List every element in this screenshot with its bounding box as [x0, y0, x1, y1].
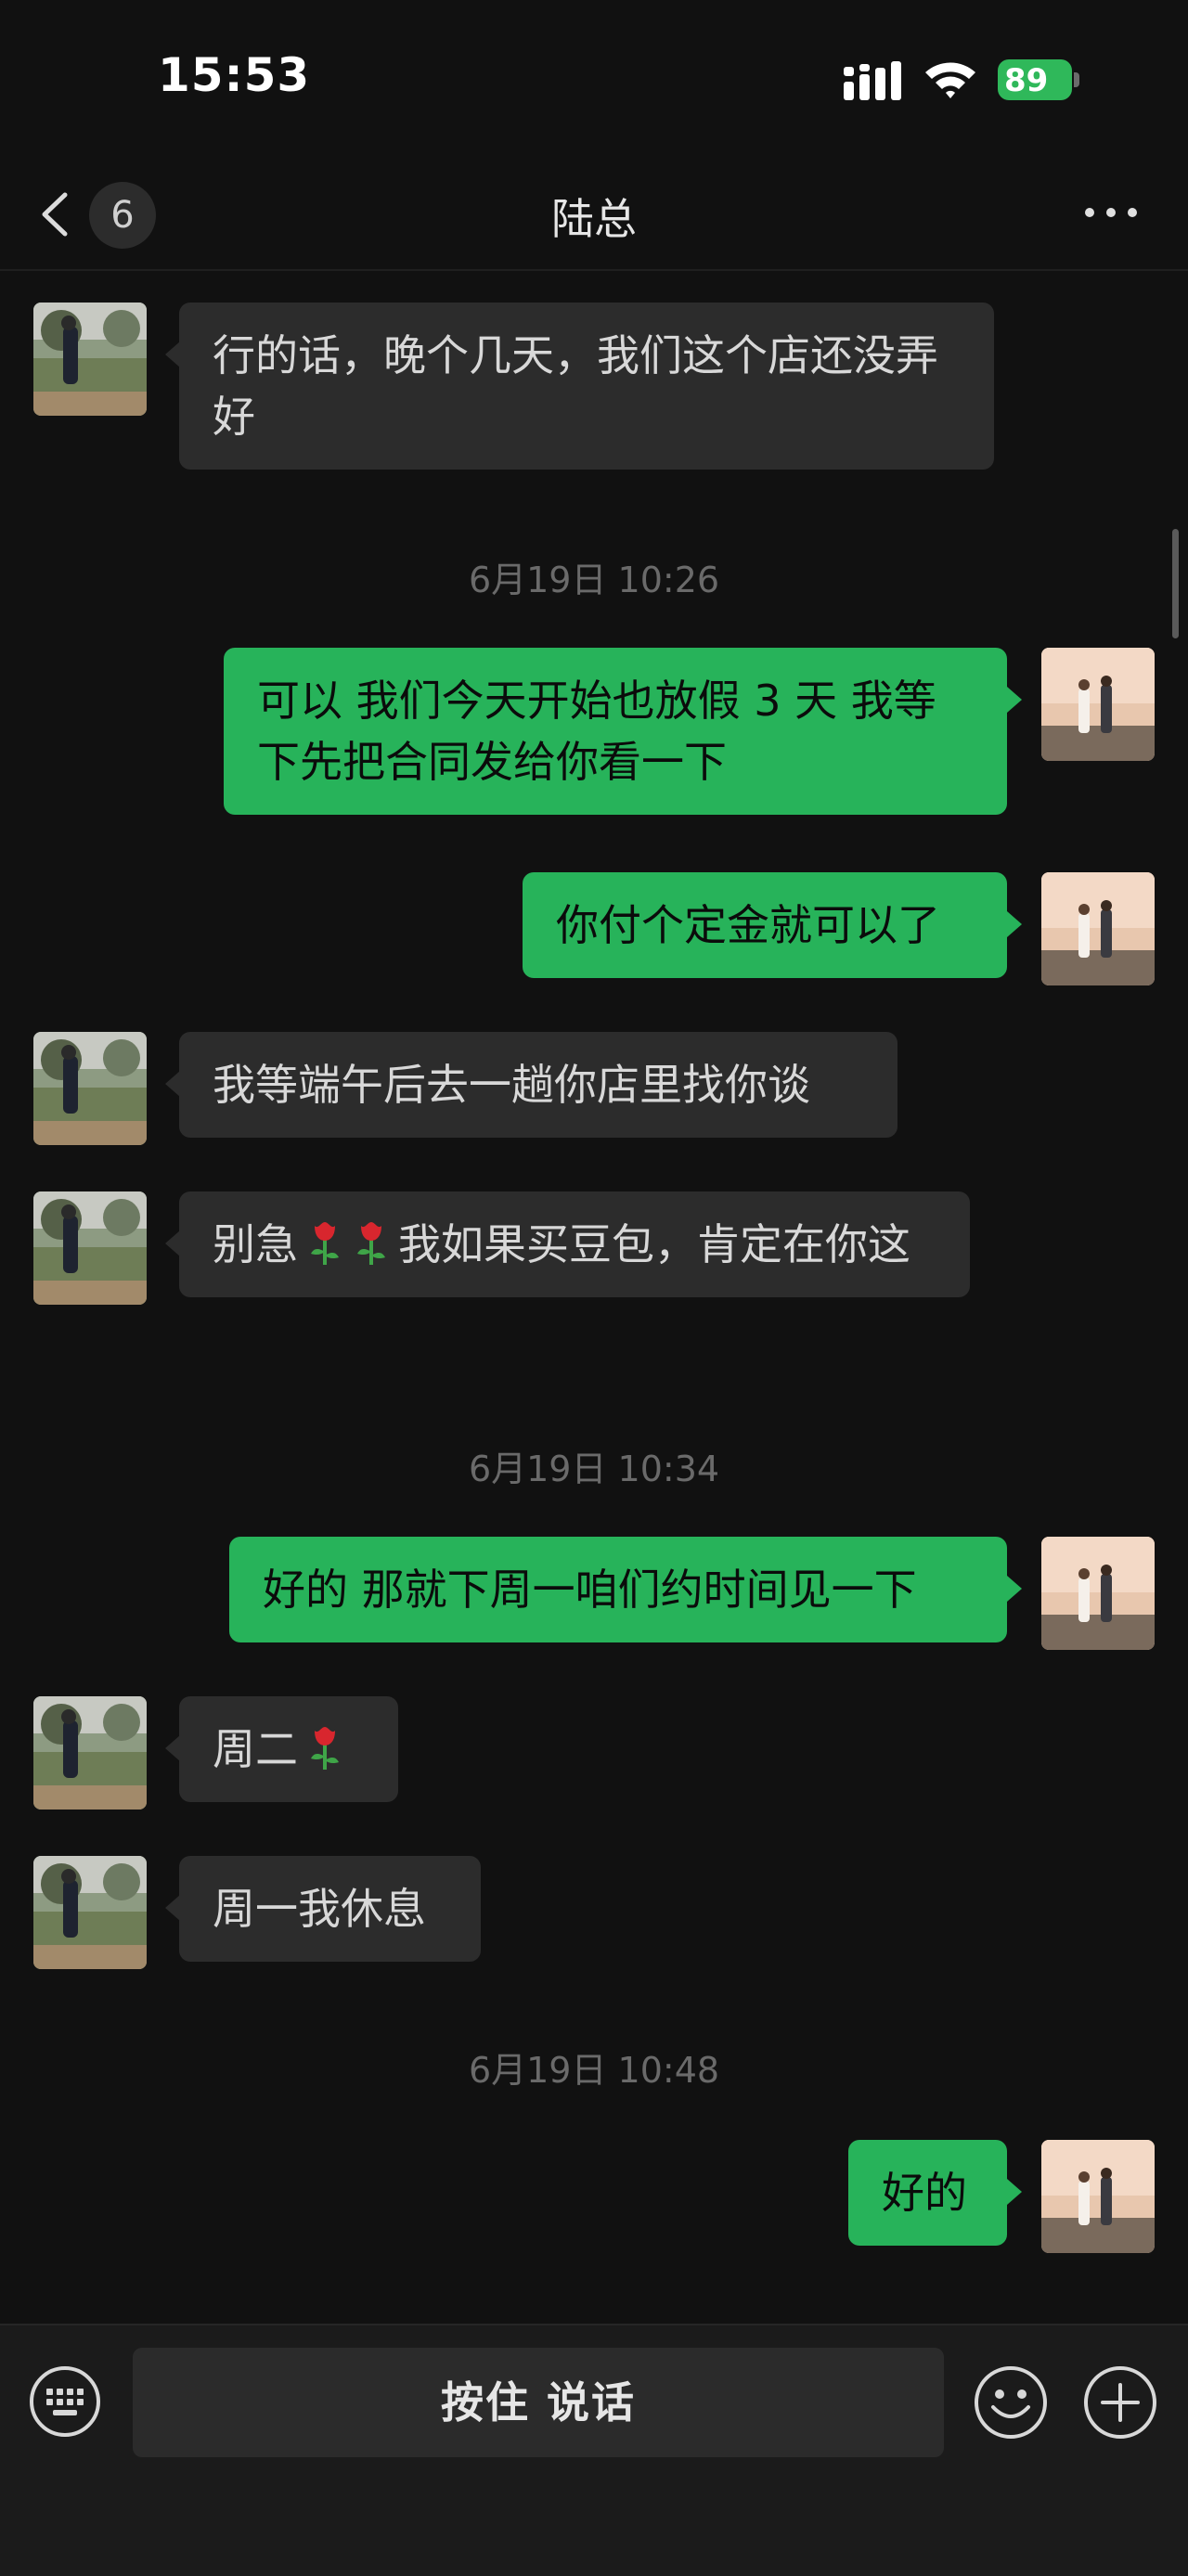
message-text: 好的 那就下周一咱们约时间见一下	[263, 1565, 917, 1615]
chat-title: 陆总	[551, 194, 637, 244]
timestamp: 6月19日 10:48	[468, 2050, 720, 2091]
bubble-tail	[165, 1071, 180, 1097]
contact-avatar[interactable]	[33, 1032, 147, 1145]
message-text: 周二	[213, 1724, 298, 1774]
bubble-tail	[1007, 1576, 1022, 1602]
chat-header: 6 陆总	[0, 158, 1188, 271]
timestamp: 6月19日 10:26	[468, 560, 720, 600]
contact-avatar[interactable]	[33, 303, 147, 416]
my-avatar[interactable]	[1041, 648, 1155, 761]
bubble-tail	[1007, 911, 1022, 937]
message-bubble-incoming[interactable]: 行的话，晚个几天，我们这个店还没弄好	[179, 303, 994, 470]
message-bubble-incoming[interactable]: 别急 我如果买豆包，肯定在你这	[179, 1191, 970, 1297]
my-avatar[interactable]	[1041, 1537, 1155, 1650]
message-text: 别急	[213, 1219, 298, 1269]
emoji-icon[interactable]	[973, 2364, 1049, 2441]
message-bubble-outgoing[interactable]: 你付个定金就可以了	[523, 872, 1007, 978]
more-icon[interactable]	[1078, 189, 1143, 236]
message-bubble-incoming[interactable]: 周一我休息	[179, 1856, 481, 1962]
status-bar: 15:53 89	[0, 0, 1188, 158]
battery-indicator: 89	[998, 59, 1081, 100]
message-text: 你付个定金就可以了	[556, 900, 940, 950]
timestamp: 6月19日 10:34	[468, 1449, 720, 1489]
wifi-icon	[925, 62, 975, 98]
my-avatar[interactable]	[1041, 2140, 1155, 2253]
message-bubble-outgoing[interactable]: 好的	[848, 2140, 1007, 2246]
message-text: 可以 我们今天开始也放假 3 天 我等下先把合同发给你看一下	[257, 676, 936, 787]
battery-level: 89	[1004, 62, 1049, 99]
contact-avatar[interactable]	[33, 1191, 147, 1305]
message-bubble-incoming[interactable]: 我等端午后去一趟你店里找你谈	[179, 1032, 897, 1138]
hold-to-talk-button[interactable]: 按住 说话	[133, 2348, 944, 2457]
plus-icon[interactable]	[1082, 2364, 1158, 2441]
battery-tip	[1074, 72, 1079, 87]
battery-body: 89	[998, 59, 1072, 100]
message-text: 周一我休息	[213, 1884, 426, 1934]
message-text: 好的	[882, 2168, 967, 2218]
keyboard-icon[interactable]	[28, 2364, 102, 2439]
contact-avatar[interactable]	[33, 1856, 147, 1969]
message-bubble-outgoing[interactable]: 可以 我们今天开始也放假 3 天 我等下先把合同发给你看一下	[224, 648, 1007, 815]
message-text: 我等端午后去一趟你店里找你谈	[213, 1060, 810, 1110]
rose-emoji	[352, 1218, 391, 1267]
rose-emoji	[305, 1218, 344, 1267]
message-bubble-incoming[interactable]: 周二	[179, 1696, 398, 1802]
contact-avatar[interactable]	[33, 1696, 147, 1810]
bubble-tail	[165, 1895, 180, 1921]
my-avatar[interactable]	[1041, 872, 1155, 985]
status-time: 15:53	[158, 48, 311, 102]
rose-emoji	[305, 1723, 344, 1771]
input-bar: 按住 说话	[0, 2324, 1188, 2576]
message-text: 我如果买豆包，肯定在你这	[398, 1219, 910, 1269]
signal-icon	[844, 61, 901, 100]
message-text: 行的话，晚个几天，我们这个店还没弄好	[213, 330, 938, 442]
bubble-tail	[1007, 687, 1022, 713]
message-bubble-outgoing[interactable]: 好的 那就下周一咱们约时间见一下	[229, 1537, 1007, 1642]
bubble-tail	[165, 1735, 180, 1761]
bubble-tail	[1007, 2179, 1022, 2205]
bubble-tail	[165, 1230, 180, 1256]
bubble-tail	[165, 341, 180, 367]
